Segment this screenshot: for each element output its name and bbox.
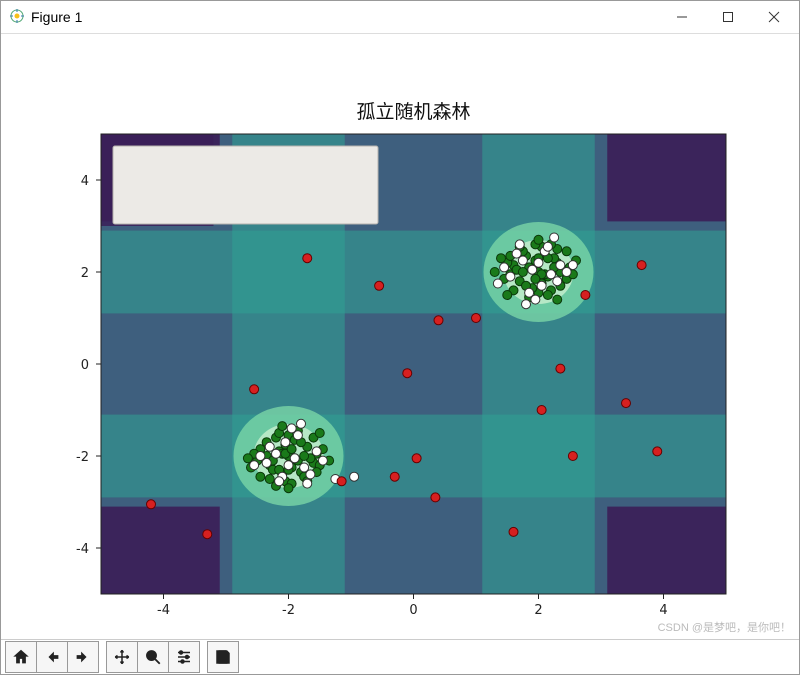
back-button[interactable] (36, 641, 68, 673)
svg-text:-4: -4 (157, 603, 170, 618)
svg-text:2: 2 (81, 266, 89, 281)
svg-text:2: 2 (534, 603, 542, 618)
window-title: Figure 1 (31, 9, 82, 25)
pan-button[interactable] (106, 641, 138, 673)
titlebar: Figure 1 (1, 1, 799, 34)
svg-text:0: 0 (81, 358, 89, 373)
scatter-plot[interactable]: -4-2024-4-2024孤立随机森林training observation… (1, 34, 799, 640)
svg-text:4: 4 (81, 174, 89, 189)
zoom-button[interactable] (137, 641, 169, 673)
svg-text:孤立随机森林: 孤立随机森林 (356, 101, 470, 123)
svg-text:0: 0 (409, 603, 417, 618)
app-icon (9, 8, 25, 27)
configure-button[interactable] (168, 641, 200, 673)
svg-text:-2: -2 (76, 450, 89, 465)
watermark: CSDN @是梦吧，是你吧！ (658, 619, 791, 635)
minimize-button[interactable] (659, 1, 705, 33)
close-button[interactable] (751, 1, 797, 33)
nav-toolbar (1, 639, 799, 674)
forward-button[interactable] (67, 641, 99, 673)
maximize-button[interactable] (705, 1, 751, 33)
save-button[interactable] (207, 641, 239, 673)
figure-window: Figure 1 -4-2024-4-2024孤立随机森林training ob… (0, 0, 800, 675)
svg-text:-4: -4 (76, 542, 89, 557)
svg-text:-2: -2 (282, 603, 295, 618)
figure-area: -4-2024-4-2024孤立随机森林training observation… (1, 34, 799, 639)
svg-text:4: 4 (659, 603, 667, 618)
home-button[interactable] (5, 641, 37, 673)
